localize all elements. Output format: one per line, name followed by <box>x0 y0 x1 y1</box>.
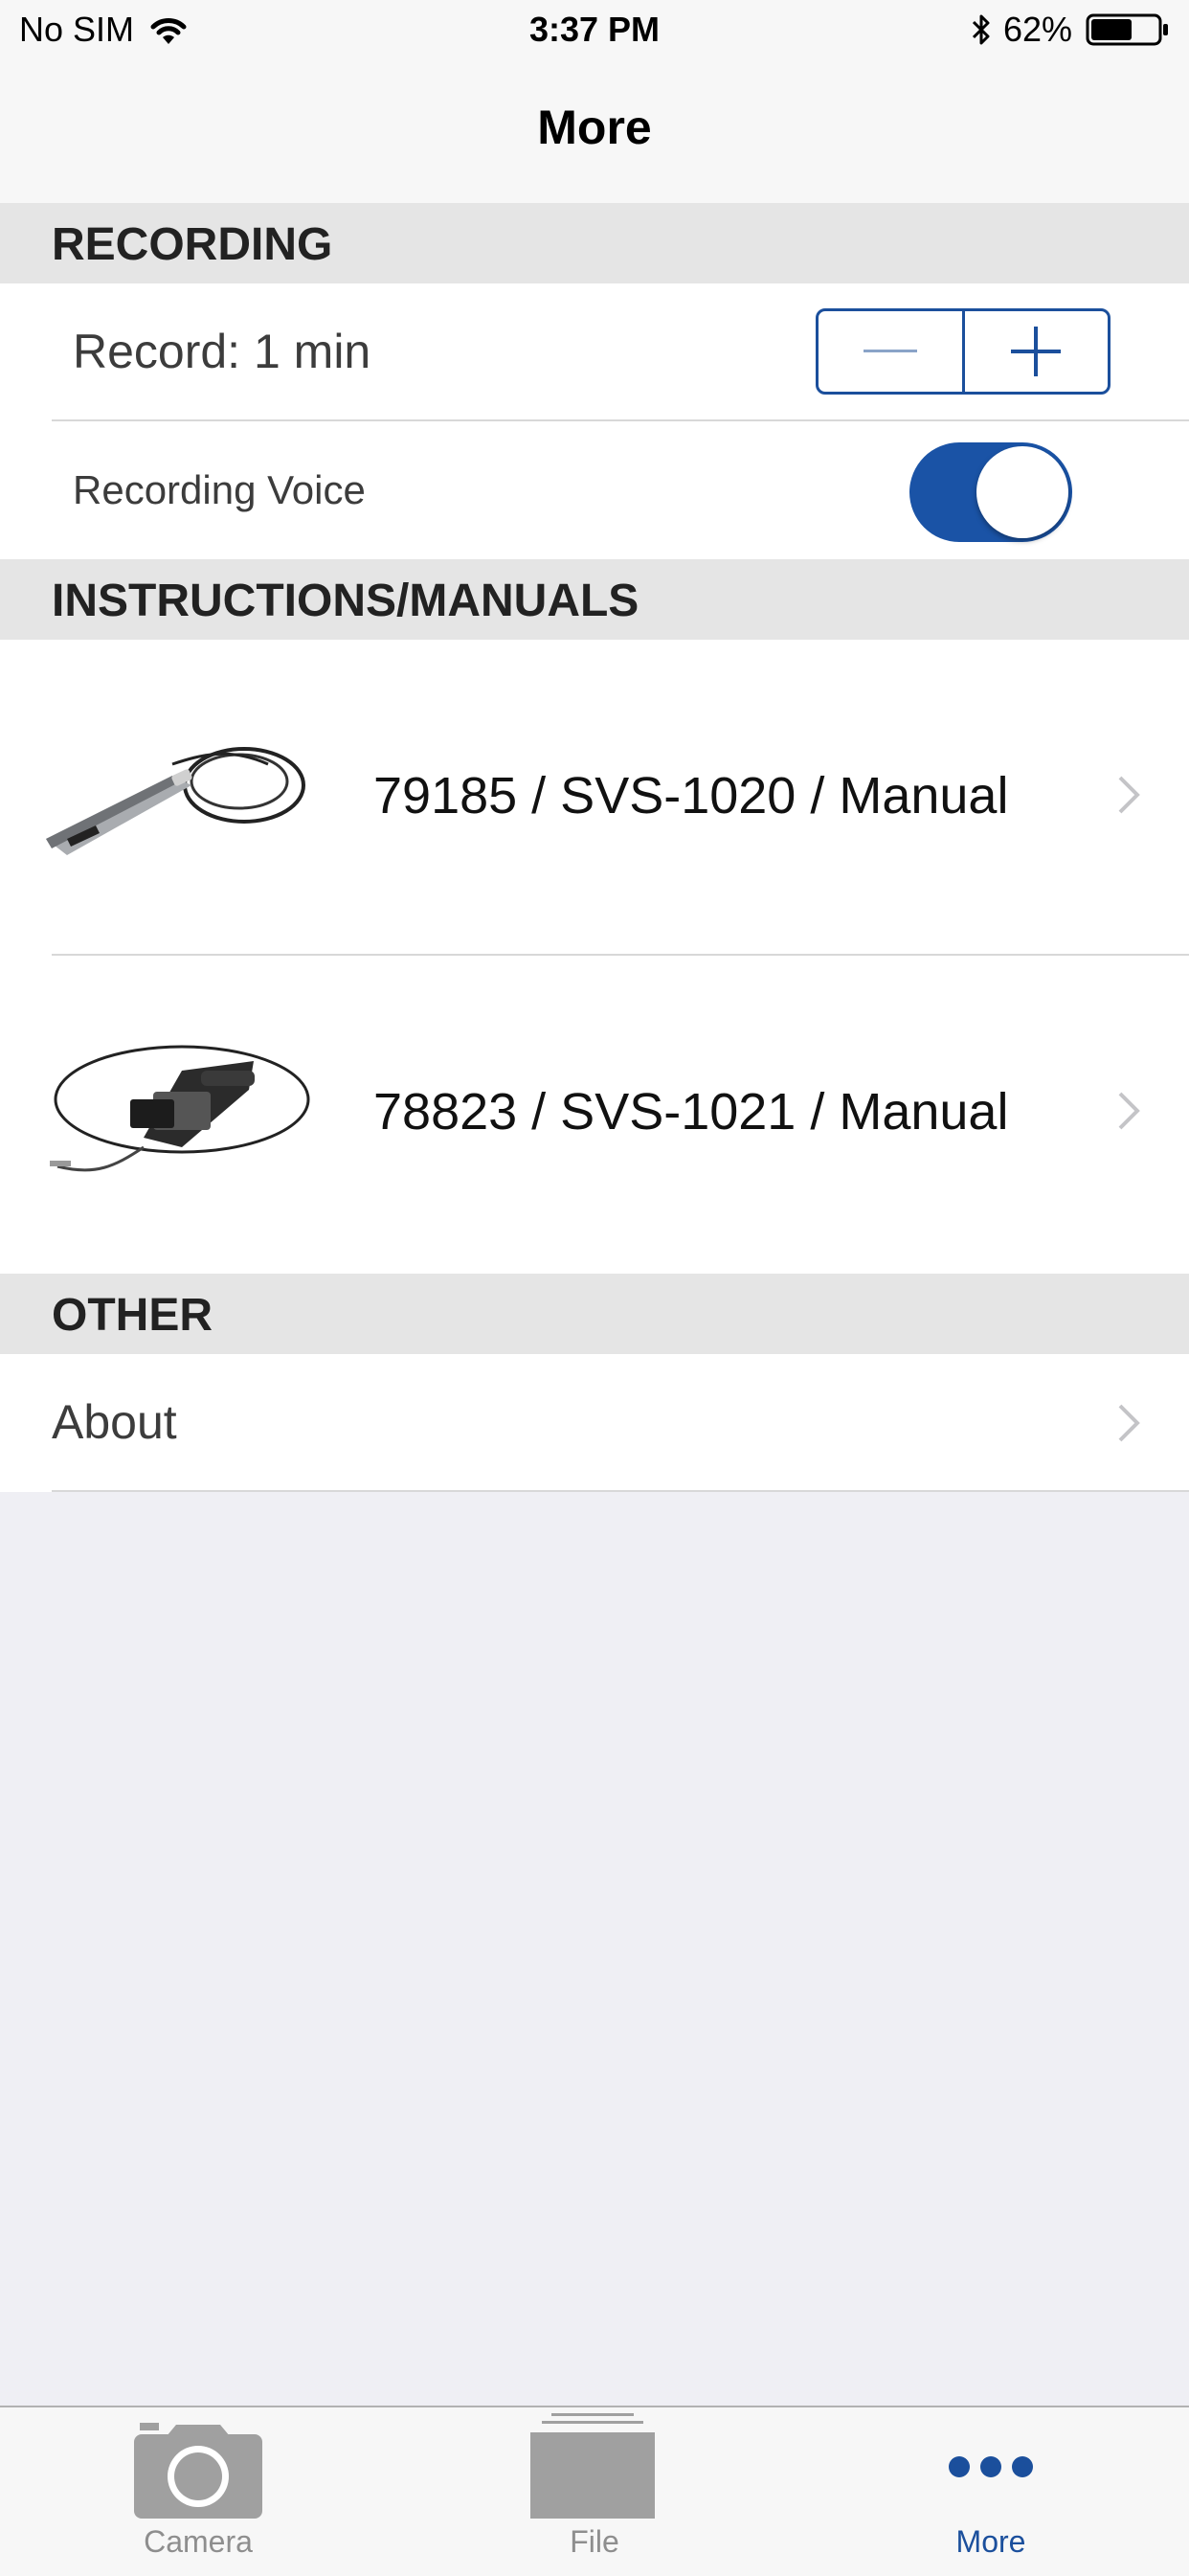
battery-icon <box>1086 13 1168 46</box>
manual-row-79185[interactable]: 79185 / SVS-1020 / Manual <box>0 640 1189 956</box>
chevron-right-icon <box>1118 776 1140 814</box>
tab-label: Camera <box>144 2524 253 2559</box>
tab-camera[interactable]: Camera <box>0 2407 396 2576</box>
increment-button[interactable] <box>965 311 1109 392</box>
camera-icon <box>134 2423 262 2519</box>
battery-percent: 62% <box>1002 10 1072 49</box>
status-right: 62% <box>971 10 1170 50</box>
section-title-manuals: INSTRUCTIONS/MANUALS <box>52 576 639 626</box>
section-header-other: OTHER <box>0 1274 1189 1354</box>
minus-icon <box>863 350 917 352</box>
more-icon <box>949 2456 1033 2477</box>
separator <box>52 1490 1189 1492</box>
recording-voice-row: Recording Voice <box>0 421 1189 559</box>
manual-label: 78823 / SVS-1021 / Manual <box>373 1083 1009 1141</box>
navigation-bar: More <box>0 63 1189 205</box>
section-header-manuals: INSTRUCTIONS/MANUALS <box>0 559 1189 640</box>
file-icon <box>530 2413 655 2519</box>
chevron-right-icon <box>1118 1404 1140 1442</box>
inspection-camera-icon <box>50 1045 310 1172</box>
tab-label: More <box>955 2524 1026 2559</box>
tab-more[interactable]: More <box>793 2407 1189 2576</box>
recording-voice-toggle[interactable] <box>909 442 1072 542</box>
tab-file[interactable]: File <box>396 2407 793 2576</box>
record-duration-label: Record: 1 min <box>73 325 371 378</box>
record-duration-stepper <box>816 308 1110 395</box>
page-title: More <box>537 101 652 154</box>
toggle-knob <box>976 446 1068 538</box>
manual-row-78823[interactable]: 78823 / SVS-1021 / Manual <box>0 956 1189 1274</box>
record-duration-row: Record: 1 min <box>0 283 1189 421</box>
tab-label: File <box>570 2524 619 2559</box>
section-title-recording: RECORDING <box>52 219 333 270</box>
plus-icon <box>1011 327 1062 376</box>
status-bar: No SIM 3:37 PM 62% <box>0 0 1189 63</box>
recording-voice-label: Recording Voice <box>73 467 366 512</box>
about-label: About <box>52 1395 177 1449</box>
bluetooth-icon <box>972 14 990 45</box>
borescope-icon <box>46 747 305 855</box>
about-row[interactable]: About <box>0 1354 1189 1492</box>
decrement-button[interactable] <box>819 311 962 392</box>
tab-bar: Camera File More <box>0 2406 1189 2576</box>
section-header-recording: RECORDING <box>0 203 1189 283</box>
chevron-right-icon <box>1118 1092 1140 1130</box>
section-title-other: OTHER <box>52 1290 213 1341</box>
manual-label: 79185 / SVS-1020 / Manual <box>373 767 1009 825</box>
